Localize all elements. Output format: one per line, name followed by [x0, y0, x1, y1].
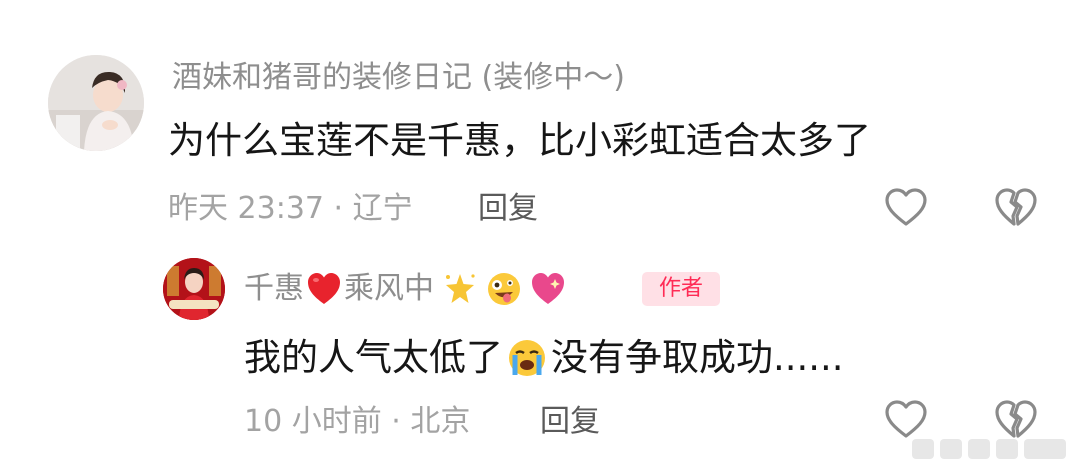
red-heart-emoji: [306, 271, 342, 307]
sparkle-star-emoji: [442, 271, 478, 307]
heart-outline-icon[interactable]: [884, 186, 928, 230]
reply-text-part2: 没有争取成功......: [551, 336, 844, 379]
reply-text: 我的人气太低了 没有争取成功......: [244, 336, 844, 380]
avatar-image: [48, 55, 144, 151]
zany-face-emoji: [486, 271, 522, 307]
reply-text-part1: 我的人气太低了: [244, 336, 503, 379]
author-username[interactable]: 千惠 乘风中: [244, 271, 566, 307]
reply-meta: 10 小时前 · 北京: [244, 404, 471, 439]
watermark-logo: [910, 433, 1070, 465]
author-name: 千惠: [244, 271, 304, 306]
comment-meta: 昨天 23:37 · 辽宁: [168, 191, 413, 226]
comment-username[interactable]: 酒妹和猪哥的装修日记 (装修中～): [172, 60, 625, 96]
comment-text: 为什么宝莲不是千惠，比小彩虹适合太多了: [168, 119, 871, 162]
comment-thread: 酒妹和猪哥的装修日记 (装修中～) 为什么宝莲不是千惠，比小彩虹适合太多了 昨天…: [0, 0, 1080, 471]
loudly-crying-face-emoji: [507, 338, 547, 378]
broken-heart-icon[interactable]: [994, 186, 1038, 230]
sparkling-heart-emoji: [530, 271, 566, 307]
user-avatar[interactable]: [48, 55, 144, 151]
avatar-image: [163, 258, 225, 320]
author-avatar[interactable]: [163, 258, 225, 320]
reply-button[interactable]: 回复: [540, 404, 600, 440]
author-badge: 作者: [642, 272, 720, 306]
reply-button[interactable]: 回复: [478, 191, 538, 227]
author-status: 乘风中: [344, 271, 434, 306]
